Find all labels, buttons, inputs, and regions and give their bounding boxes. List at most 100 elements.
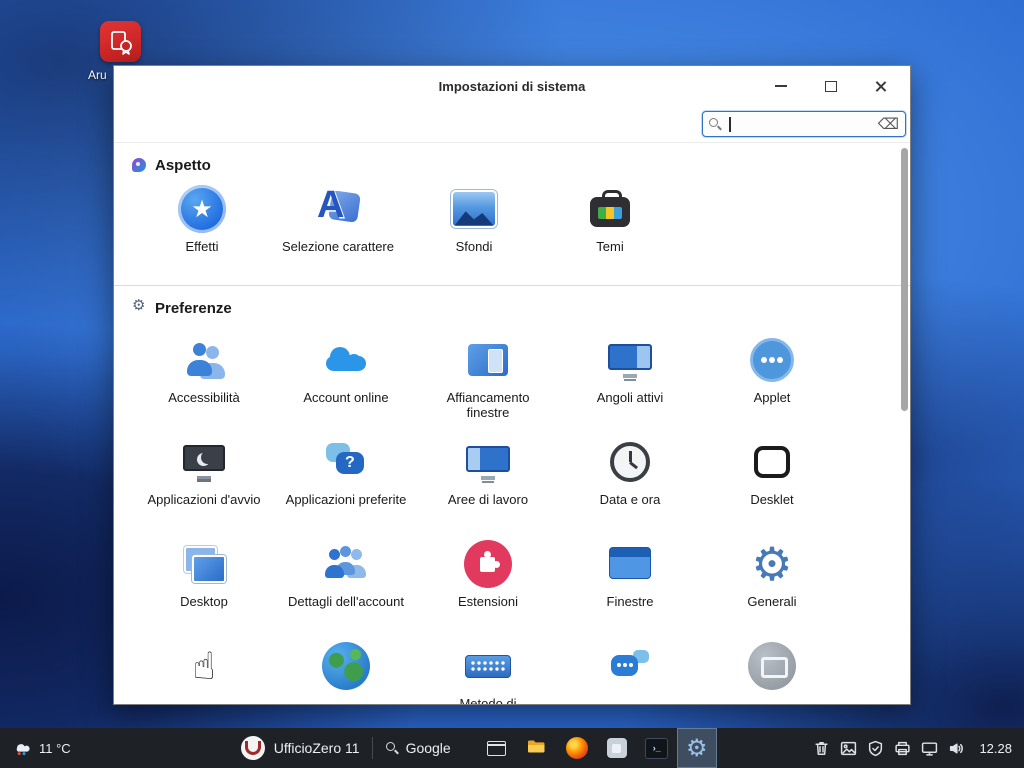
trash-icon[interactable] xyxy=(813,740,830,757)
tile-applicazioni-preferite[interactable]: Applicazioni preferite xyxy=(275,438,417,540)
hot-corners-icon xyxy=(606,336,654,384)
tile-label: Dettagli dell'account xyxy=(282,594,410,609)
tile-label: Data e ora xyxy=(566,492,694,507)
section-header-preferenze: Preferenze xyxy=(132,298,910,318)
preferenze-grid: Accessibilità Account online Affiancamen… xyxy=(133,336,910,704)
tile-angoli-attivi[interactable]: Angoli attivi xyxy=(559,336,701,438)
maximize-icon xyxy=(825,81,837,92)
printer-icon[interactable] xyxy=(894,740,911,757)
tile-affiancamento-finestre[interactable]: Affiancamento finestre xyxy=(417,336,559,438)
tile-aree-di-lavoro[interactable]: Aree di lavoro xyxy=(417,438,559,540)
system-settings-button[interactable]: ⚙ xyxy=(677,728,717,768)
titlebar[interactable]: Impostazioni di sistema xyxy=(114,66,910,106)
tile-salvaschermo[interactable] xyxy=(701,642,843,704)
software-button[interactable] xyxy=(597,728,637,768)
tile-notifiche[interactable] xyxy=(559,642,701,704)
tile-effetti[interactable]: Effetti xyxy=(134,185,270,259)
launcher-label: UfficioZero 11 xyxy=(274,740,360,756)
tile-accessibilita[interactable]: Accessibilità xyxy=(133,336,275,438)
tile-label: Sfondi xyxy=(410,239,538,254)
window-controls xyxy=(766,66,896,106)
tile-sfondi[interactable]: Sfondi xyxy=(406,185,542,259)
tile-generali[interactable]: Generali xyxy=(701,540,843,642)
tile-label: Aree di lavoro xyxy=(424,492,552,507)
google-search-launcher[interactable]: Google xyxy=(385,740,451,756)
tile-finestre[interactable]: Finestre xyxy=(559,540,701,642)
tile-label: Applet xyxy=(708,390,836,405)
search-input[interactable] xyxy=(702,111,906,137)
desktop-shortcut-aruba[interactable]: Aru xyxy=(100,21,141,62)
scrollbar-thumb[interactable] xyxy=(901,148,908,411)
clear-search-button[interactable] xyxy=(878,115,899,133)
weather-icon xyxy=(12,738,32,759)
tile-estensioni[interactable]: Estensioni xyxy=(417,540,559,642)
tile-label: Account online xyxy=(282,390,410,405)
tile-label: Selezione carattere xyxy=(274,239,402,254)
chat-bubbles-icon xyxy=(606,642,654,690)
maximize-button[interactable] xyxy=(816,73,846,99)
software-icon xyxy=(607,738,627,758)
volume-icon[interactable] xyxy=(948,740,965,757)
images-icon[interactable] xyxy=(840,740,857,757)
aspetto-grid: Effetti Selezione carattere Sfondi Temi xyxy=(134,185,910,259)
font-selection-icon xyxy=(314,185,362,233)
tile-label: Applicazioni preferite xyxy=(282,492,410,507)
workspaces-icon xyxy=(464,438,512,486)
system-settings-window: Impostazioni di sistema Aspetto xyxy=(113,65,911,705)
tile-lingue[interactable] xyxy=(275,642,417,704)
close-icon xyxy=(875,80,887,92)
search-toolbar xyxy=(114,106,910,143)
tile-label: Effetti xyxy=(138,239,266,254)
taskbar: 11 °C UfficioZero 11 Google xyxy=(0,728,1024,768)
preferred-applications-icon xyxy=(322,438,370,486)
file-manager-button[interactable] xyxy=(517,728,557,768)
workspace-switcher-button[interactable] xyxy=(477,728,517,768)
tile-desktop[interactable]: Desktop xyxy=(133,540,275,642)
desklets-icon xyxy=(748,438,796,486)
tile-applet[interactable]: Applet xyxy=(701,336,843,438)
display-icon[interactable] xyxy=(921,740,938,757)
tile-account-online[interactable]: Account online xyxy=(275,336,417,438)
text-caret xyxy=(729,117,731,132)
desktop-wallpaper: Aru Impostazioni di sistema xyxy=(0,0,1024,768)
window-body: Aspetto Effetti Selezione carattere Sfon… xyxy=(114,106,910,704)
close-button[interactable] xyxy=(866,73,896,99)
themes-icon xyxy=(586,185,634,233)
minimize-icon xyxy=(775,85,787,87)
tile-data-e-ora[interactable]: Data e ora xyxy=(559,438,701,540)
tile-label: Metodo di xyxy=(424,696,552,704)
system-tray: 12.28 xyxy=(813,740,1024,757)
backgrounds-icon xyxy=(450,185,498,233)
terminal-icon xyxy=(645,738,668,759)
weather-applet[interactable]: 11 °C xyxy=(0,738,71,759)
tile-temi[interactable]: Temi xyxy=(542,185,678,259)
tile-label: Affiancamento finestre xyxy=(424,390,552,421)
tile-metodo-di-inserimento[interactable]: Metodo di xyxy=(417,642,559,704)
tile-selezione-carattere[interactable]: Selezione carattere xyxy=(270,185,406,259)
gear-icon: ⚙ xyxy=(686,736,708,760)
extensions-icon xyxy=(464,540,512,588)
window-tiling-icon xyxy=(464,336,512,384)
screensaver-icon xyxy=(748,642,796,690)
preferences-section-icon xyxy=(132,301,146,315)
menu-launcher[interactable]: UfficioZero 11 xyxy=(241,736,360,760)
window-title: Impostazioni di sistema xyxy=(439,79,586,94)
account-details-icon xyxy=(322,540,370,588)
minimize-button[interactable] xyxy=(766,73,796,99)
tile-desklet[interactable]: Desklet xyxy=(701,438,843,540)
startup-applications-icon xyxy=(180,438,228,486)
tile-label: Desklet xyxy=(708,492,836,507)
tile-mouse-touchpad[interactable] xyxy=(133,642,275,704)
section-separator xyxy=(114,285,910,286)
aruba-sign-icon xyxy=(100,21,141,62)
firefox-button[interactable] xyxy=(557,728,597,768)
taskbar-clock[interactable]: 12.28 xyxy=(979,741,1012,756)
section-title: Preferenze xyxy=(155,300,232,317)
shield-icon[interactable] xyxy=(867,740,884,757)
tile-label: Temi xyxy=(546,239,674,254)
terminal-button[interactable] xyxy=(637,728,677,768)
tile-applicazioni-avvio[interactable]: Applicazioni d'avvio xyxy=(133,438,275,540)
globe-icon xyxy=(322,642,370,690)
tile-dettagli-account[interactable]: Dettagli dell'account xyxy=(275,540,417,642)
keyboard-icon xyxy=(464,642,512,690)
